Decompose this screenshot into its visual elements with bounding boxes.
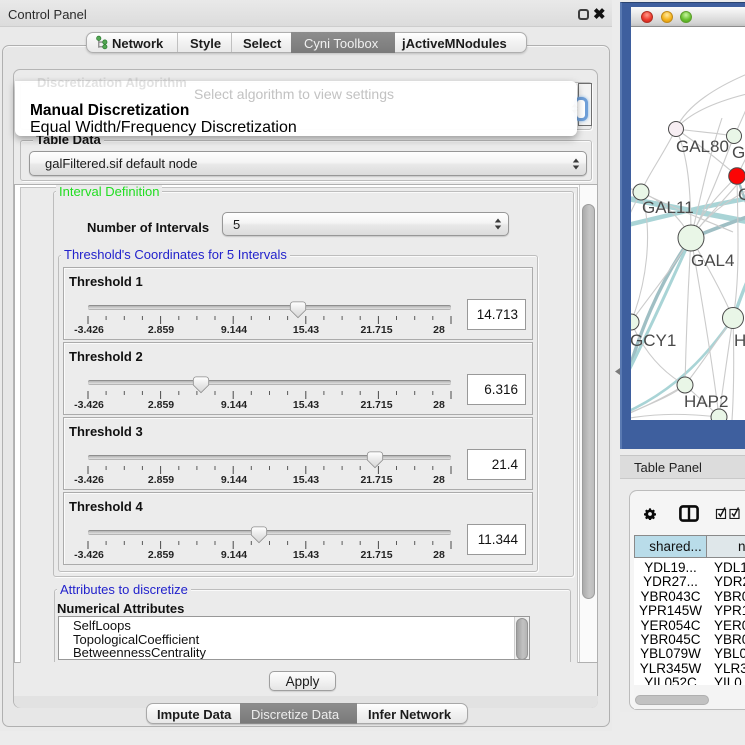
svg-text:H: H	[734, 331, 745, 350]
svg-text:HAP2: HAP2	[684, 392, 728, 411]
svg-text:GAL80: GAL80	[676, 137, 729, 156]
svg-text:C: C	[738, 185, 745, 204]
svg-text:GAL11: GAL11	[642, 198, 694, 217]
svg-text:GAL4: GAL4	[691, 251, 734, 270]
svg-text:GCY1: GCY1	[631, 331, 676, 350]
svg-text:G.: G.	[732, 143, 745, 162]
